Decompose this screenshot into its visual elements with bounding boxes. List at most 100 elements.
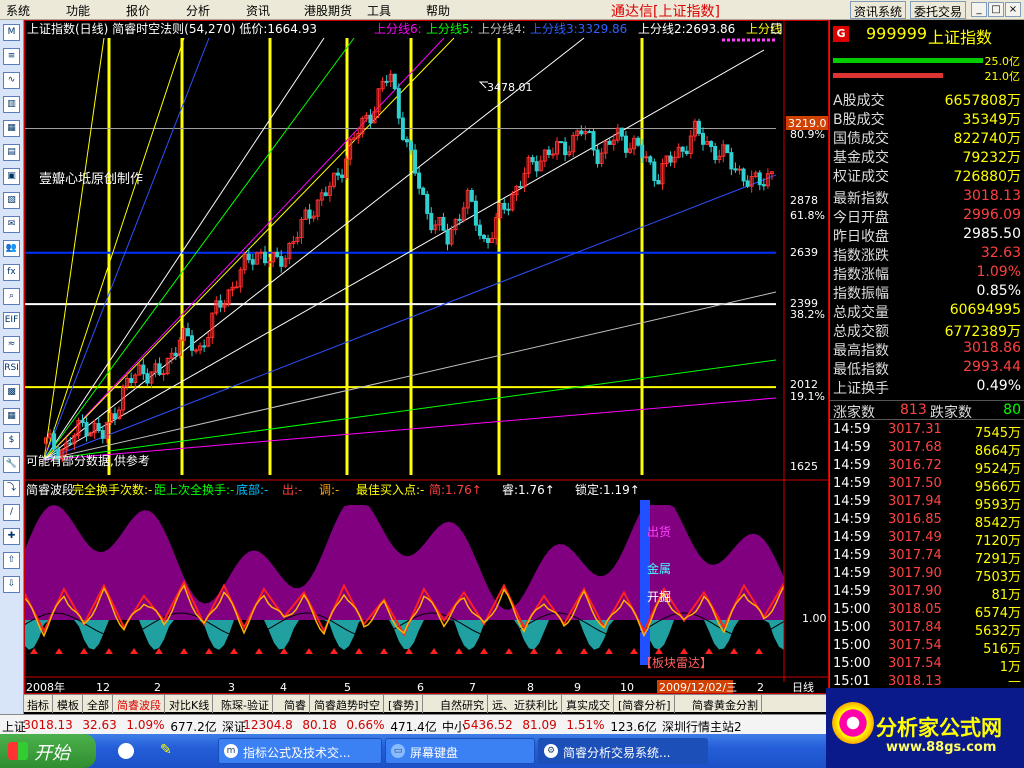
tick-row[interactable]: 14:59 3017.94 9593万 [830, 494, 1024, 513]
tick-row[interactable]: 14:59 3017.74 7291万 [830, 548, 1024, 567]
indicator-tab-6[interactable]: 简睿 [281, 695, 310, 713]
candle-body [392, 73, 397, 90]
tool-icon-16[interactable]: ▦ [3, 408, 20, 425]
tool-icon-5[interactable]: ▤ [3, 144, 20, 161]
candle-body [258, 251, 263, 254]
menu-news[interactable]: 资讯 [246, 2, 270, 19]
tick-row[interactable]: 15:00 3017.54 516万 [830, 638, 1024, 657]
tick-row[interactable]: 14:59 3017.68 8664万 [830, 440, 1024, 459]
period-label[interactable]: 日线 [792, 680, 814, 694]
sector-radar-label[interactable]: 【板块雷达】 [640, 656, 712, 670]
tick-row[interactable]: 14:59 3017.49 7120万 [830, 530, 1024, 549]
tool-icon-12[interactable]: EIF [3, 312, 20, 329]
tick-row[interactable]: 14:59 3016.72 9524万 [830, 458, 1024, 477]
tick-row[interactable]: 14:59 3017.31 7545万 [830, 422, 1024, 441]
tick-time: 15:00 [833, 602, 871, 617]
xaxis-label-2: 2 [154, 681, 161, 694]
taskbar-btn-keyboard[interactable]: ▭ 屏幕键盘 [385, 738, 535, 764]
indicator-tab-7[interactable]: 简睿趋势时空 [311, 695, 384, 713]
tool-icon-3[interactable]: ▥ [3, 96, 20, 113]
tool-icon-20[interactable]: / [3, 504, 20, 521]
data-note: 可能有部分数据,供参考 [26, 453, 150, 468]
candle-body [636, 137, 641, 146]
tool-icon-13[interactable]: ≈ [3, 336, 20, 353]
candle-body [173, 352, 178, 356]
menu-hk-futures[interactable]: 港股期货 [304, 2, 352, 19]
menu-tools[interactable]: 工具 [367, 2, 391, 19]
quicklaunch-icon[interactable] [118, 743, 134, 759]
indicator-tab-2[interactable]: 全部 [84, 695, 113, 713]
tick-price: 3016.72 [888, 458, 942, 473]
taskbar-btn-analysis[interactable]: ⚙ 简睿分析交易系统... [538, 738, 708, 764]
candle-body [652, 161, 657, 182]
tool-icon-8[interactable]: ✉ [3, 216, 20, 233]
tool-icon-22[interactable]: ⇧ [3, 552, 20, 569]
tool-icon-21[interactable]: ✚ [3, 528, 20, 545]
tool-icon-9[interactable]: 👥 [3, 240, 20, 257]
tool-icon-11[interactable]: ⌕ [3, 288, 20, 305]
tick-row[interactable]: 15:00 3017.84 5632万 [830, 620, 1024, 639]
tool-icon-17[interactable]: $ [3, 432, 20, 449]
menu-function[interactable]: 功能 [66, 2, 90, 19]
indicator-tab-12[interactable]: [简睿分析] [615, 695, 675, 713]
tick-row[interactable]: 15:00 3017.54 1万 [830, 656, 1024, 675]
indicator-tab-5[interactable]: 陈琛-验证 [218, 695, 273, 713]
indicator-tab-4[interactable]: 对比K线 [166, 695, 214, 713]
tool-icon-4[interactable]: ▦ [3, 120, 20, 137]
minimize-icon[interactable]: _ [971, 2, 987, 17]
stat-label: 上证换手 [833, 381, 889, 397]
tick-row[interactable]: 15:00 3018.05 6574万 [830, 602, 1024, 621]
tick-price: 3016.85 [888, 512, 942, 527]
tick-price: 3017.50 [888, 476, 942, 491]
indicator-tab-1[interactable]: 模板 [54, 695, 83, 713]
menu-quote[interactable]: 报价 [126, 2, 150, 19]
tick-time: 15:00 [833, 638, 871, 653]
volume-value: 79232万 [962, 150, 1021, 166]
tool-icon-2[interactable]: ∿ [3, 72, 20, 89]
indicator-tabs: 指标 模板 全部 简睿波段 对比K线 陈琛-验证 简睿 简睿趋势时空 [睿势] 自然研究 远、近获利… [24, 694, 829, 713]
indicator-tab-8[interactable]: [睿势] [385, 695, 423, 713]
tool-icon-14[interactable]: RSI [3, 360, 20, 377]
tick-price: 3017.94 [888, 494, 942, 509]
tick-row[interactable]: 14:59 3016.85 8542万 [830, 512, 1024, 531]
tick-row[interactable]: 14:59 3017.50 9566万 [830, 476, 1024, 495]
tool-icon-6[interactable]: ▣ [3, 168, 20, 185]
menu-help[interactable]: 帮助 [426, 2, 450, 19]
tool-icon-0[interactable]: M [3, 24, 20, 41]
menu-analysis[interactable]: 分析 [186, 2, 210, 19]
tool-icon-15[interactable]: ▩ [3, 384, 20, 401]
tool-icon-10[interactable]: fx [3, 264, 20, 281]
tool-icon-18[interactable]: 🔧 [3, 456, 20, 473]
indicator-field-2: 距上次全换手:- [154, 482, 234, 497]
candle-body [263, 251, 267, 264]
tick-row[interactable]: 14:59 3017.90 7503万 [830, 566, 1024, 585]
candle-body [546, 149, 551, 156]
taskbar-btn-indicator[interactable]: m 指标公式及技术交... [218, 738, 382, 764]
start-button[interactable]: 开始 [0, 734, 96, 768]
trade-button[interactable]: 委托交易 [910, 1, 967, 19]
indicator-tab-3[interactable]: 简睿波段 [114, 695, 165, 713]
news-system-button[interactable]: 资讯系统 [850, 1, 907, 19]
indicator-label-mid: 金属 [647, 561, 671, 576]
indicator-tab-11[interactable]: 真实成交 [563, 695, 614, 713]
menu-system[interactable]: 系统 [6, 2, 30, 19]
indicator-tab-0[interactable]: 指标 [24, 695, 53, 713]
indicator-field-9: 锁定:1.19↑ [575, 482, 640, 497]
tick-volume: 8664万 [974, 444, 1021, 459]
candle-body [246, 253, 251, 261]
tool-icon-19[interactable]: ⤵ [3, 480, 20, 497]
restore-icon[interactable]: □ [988, 2, 1004, 17]
chart-area[interactable]: 上证指数(日线) 简睿时空法则(54,270) 低价:1664.93 上分线6:… [24, 20, 829, 694]
tick-row[interactable]: 14:59 3017.90 81万 [830, 584, 1024, 603]
xaxis-label-6: 6 [417, 681, 424, 694]
quicklaunch-pen-icon[interactable]: ✎ [160, 742, 178, 760]
tool-icon-1[interactable]: ≡ [3, 48, 20, 65]
candle-body [644, 156, 649, 159]
candle-body [396, 88, 401, 119]
indicator-tab-13[interactable]: 简睿黄金分割 [689, 695, 762, 713]
indicator-tab-10[interactable]: 远、近获利比 [489, 695, 562, 713]
tool-icon-23[interactable]: ⇩ [3, 576, 20, 593]
indicator-tab-9[interactable]: 自然研究 [437, 695, 488, 713]
tool-icon-7[interactable]: ▧ [3, 192, 20, 209]
close-icon[interactable]: × [1005, 2, 1021, 17]
